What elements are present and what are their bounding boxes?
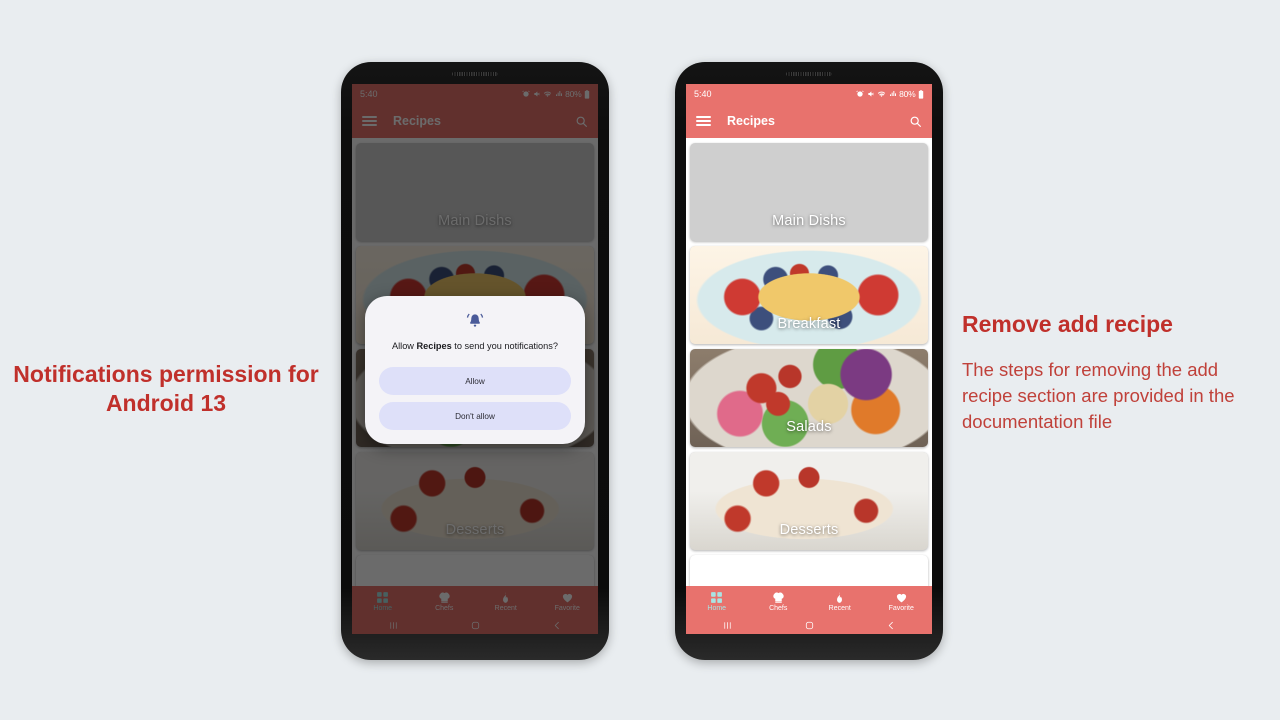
nav-item-label: Home bbox=[707, 604, 727, 612]
dialog-message-after: to send you notifications? bbox=[451, 341, 558, 351]
search-icon[interactable] bbox=[909, 115, 922, 128]
status-bar-icons: 80% bbox=[856, 89, 924, 99]
phone-screen-right: 5:40 80% Recipes Main Dishs Breakfast Sa… bbox=[686, 84, 932, 634]
nav-item-recent[interactable]: Recent bbox=[809, 591, 871, 612]
battery-percent-text: 80% bbox=[899, 89, 916, 99]
annotation-right-body: The steps for removing the add recipe se… bbox=[962, 358, 1235, 432]
recipe-image-partial bbox=[690, 555, 928, 586]
status-bar-time: 5:40 bbox=[694, 89, 712, 99]
hamburger-icon[interactable] bbox=[696, 115, 711, 127]
dialog-icon-wrap bbox=[379, 312, 571, 330]
heart-icon bbox=[896, 593, 906, 602]
allow-button[interactable]: Allow bbox=[379, 367, 571, 396]
chef-hat-icon bbox=[773, 591, 784, 603]
battery-icon bbox=[918, 89, 924, 99]
phone-mockup-right: 5:40 80% Recipes Main Dishs Breakfast Sa… bbox=[675, 62, 943, 660]
recipe-card-label: Main Dishs bbox=[772, 213, 846, 229]
annotation-left: Notifications permission for Android 13 bbox=[8, 360, 324, 418]
recents-key[interactable] bbox=[686, 620, 768, 631]
dialog-app-name: Recipes bbox=[416, 341, 452, 351]
mute-icon bbox=[867, 91, 874, 97]
recipe-card-label: Salads bbox=[786, 419, 832, 435]
dialog-message: Allow Recipes to send you notifications? bbox=[379, 340, 571, 353]
status-bar: 5:40 80% bbox=[686, 84, 932, 104]
signal-icon bbox=[889, 91, 896, 96]
bottom-navigation-bar: Home Chefs Recent Favorite bbox=[686, 586, 932, 634]
nav-item-chefs[interactable]: Chefs bbox=[748, 591, 810, 612]
home-key[interactable] bbox=[768, 620, 850, 631]
nav-item-home[interactable]: Home bbox=[686, 591, 748, 612]
wifi-icon bbox=[877, 91, 886, 97]
bell-icon bbox=[466, 313, 484, 327]
system-navigation-keys bbox=[686, 616, 932, 634]
page-title: Recipes bbox=[727, 114, 775, 128]
stage: Notifications permission for Android 13 … bbox=[0, 0, 1280, 720]
notification-permission-dialog: Allow Recipes to send you notifications?… bbox=[365, 296, 585, 445]
bottom-nav-items: Home Chefs Recent Favorite bbox=[686, 586, 932, 616]
recipe-card-label: Desserts bbox=[779, 522, 839, 538]
nav-item-label: Recent bbox=[828, 604, 851, 612]
dont-allow-button[interactable]: Don't allow bbox=[379, 402, 571, 431]
recipe-card-partial[interactable] bbox=[690, 555, 928, 586]
grid-icon bbox=[711, 591, 723, 603]
annotation-right: Remove add recipe The steps for removing… bbox=[962, 310, 1272, 434]
phone-screen-left: 5:40 80% Recipes Main Dishs bbox=[352, 84, 598, 634]
recipe-card-main-dishs[interactable]: Main Dishs bbox=[690, 143, 928, 241]
app-bar: Recipes bbox=[686, 104, 932, 138]
flame-icon bbox=[837, 591, 843, 603]
nav-item-label: Chefs bbox=[769, 604, 788, 612]
recipe-card-salads[interactable]: Salads bbox=[690, 349, 928, 447]
alarm-icon bbox=[856, 90, 864, 97]
recipe-card-label: Breakfast bbox=[777, 316, 841, 332]
dialog-message-before: Allow bbox=[391, 341, 417, 351]
annotation-left-title: Notifications permission for Android 13 bbox=[13, 361, 319, 416]
recipe-card-desserts[interactable]: Desserts bbox=[690, 452, 928, 550]
earpiece-speaker bbox=[786, 72, 832, 76]
nav-item-label: Favorite bbox=[888, 604, 914, 612]
earpiece-speaker bbox=[452, 72, 498, 76]
nav-item-favorite[interactable]: Favorite bbox=[871, 591, 933, 612]
recipe-category-list[interactable]: Main Dishs Breakfast Salads Desserts bbox=[686, 138, 932, 586]
recipe-card-breakfast[interactable]: Breakfast bbox=[690, 246, 928, 344]
annotation-right-title: Remove add recipe bbox=[962, 311, 1173, 337]
back-key[interactable] bbox=[850, 620, 932, 631]
phone-mockup-left: 5:40 80% Recipes Main Dishs bbox=[341, 62, 609, 660]
